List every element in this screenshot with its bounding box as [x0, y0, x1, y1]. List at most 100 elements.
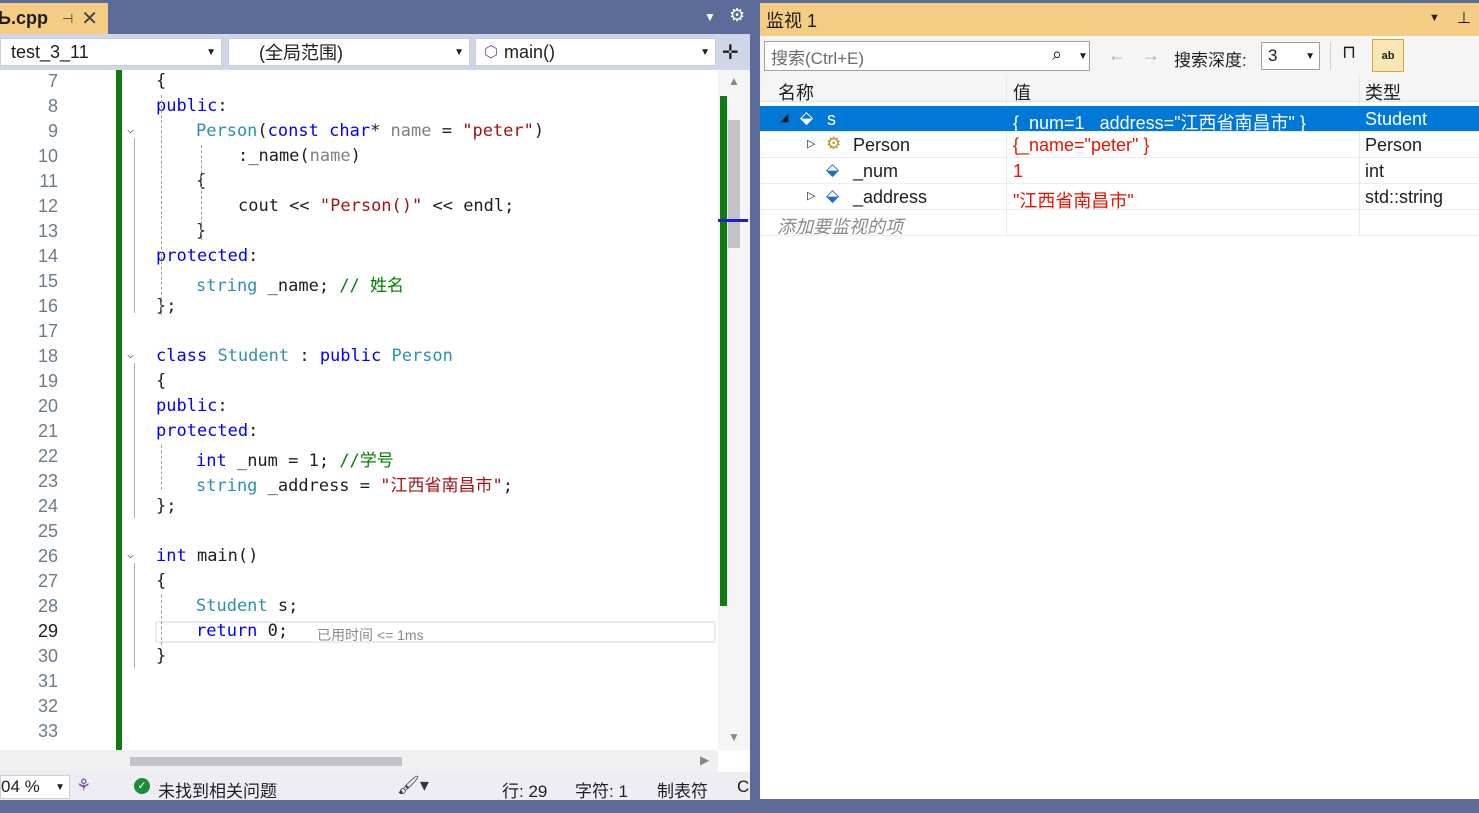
column-header-value[interactable]: 值: [1013, 79, 1031, 105]
ab-label: ab: [1381, 49, 1395, 62]
search-next-icon[interactable]: →: [1142, 45, 1160, 66]
code-text: {: [156, 371, 167, 391]
collapse-icon[interactable]: ◢: [780, 111, 788, 124]
tab-label: Ь.cpp: [0, 8, 48, 28]
fold-region-line: [134, 563, 135, 668]
watch-value[interactable]: 1: [1013, 161, 1023, 182]
window-menu-icon[interactable]: ▼: [1429, 12, 1440, 24]
column-header-type[interactable]: 类型: [1365, 79, 1401, 105]
search-icon[interactable]: ⌕: [1052, 44, 1062, 65]
expand-icon[interactable]: ▷: [807, 137, 815, 150]
scroll-thumb[interactable]: [728, 120, 740, 248]
code-line: 28 Student s;: [0, 595, 718, 620]
watch-search-input[interactable]: 搜索(Ctrl+E) ⌕ ▼: [764, 41, 1090, 71]
code-line: 8 public:: [0, 95, 718, 120]
fold-region-line: [134, 363, 135, 518]
scope-dropdown[interactable]: (全局范围) ▼: [228, 38, 470, 66]
code-line: 33: [0, 720, 718, 745]
watch-row-address[interactable]: ▷ ⬙ _address "江西省南昌市" std::string: [760, 184, 1479, 211]
watch-name: _num: [853, 161, 899, 181]
watch-header: 名称 值 类型: [760, 76, 1479, 105]
code-text: };: [156, 496, 177, 516]
vertical-scrollbar[interactable]: ▲ ▼: [718, 70, 750, 750]
issues-status[interactable]: 未找到相关问题: [158, 777, 277, 802]
tab-list-dropdown-icon[interactable]: ▼: [704, 10, 716, 24]
watch-row-person[interactable]: ▷ ⚙ Person {_name="peter" } Person: [760, 132, 1479, 158]
code-line: 18 ⌵ class Student : public Person: [0, 345, 718, 370]
pin-icon[interactable]: ⊥: [1457, 8, 1471, 28]
line-number: 30: [37, 646, 58, 666]
code-line: 19 {: [0, 370, 718, 395]
member-label: main(): [503, 41, 555, 62]
code-line: 9 ⌵ Person(const char* name = "peter"): [0, 120, 718, 145]
search-depth-label: 搜索深度:: [1174, 51, 1247, 70]
perf-tip[interactable]: 已用时间 <= 1ms: [317, 625, 424, 645]
line-number: 20: [37, 396, 58, 416]
watch-type: Person: [1365, 135, 1423, 155]
line-number: 23: [37, 471, 58, 491]
code-line: 31: [0, 670, 718, 695]
project-dropdown[interactable]: test_3_11 ▼: [0, 38, 222, 66]
code-cleanup-icon[interactable]: 🖌▾: [397, 775, 429, 796]
line-number: 25: [37, 521, 58, 541]
pin-source-icon[interactable]: ⊓: [1342, 42, 1356, 63]
watch-name: Person: [853, 135, 911, 155]
code-area[interactable]: 7 { 8 public: 9 ⌵ Person(const char* nam…: [0, 70, 718, 750]
horizontal-scrollbar[interactable]: ▶: [0, 750, 718, 772]
line-number: 28: [37, 596, 58, 616]
column-header-name[interactable]: 名称: [778, 79, 814, 105]
code-line: 24 };: [0, 495, 718, 520]
pin-icon[interactable]: ⊣: [62, 11, 73, 27]
code-line: 26 ⌵ int main(): [0, 545, 718, 570]
indent-indicator[interactable]: 制表符: [657, 777, 708, 802]
indent-guide: [161, 595, 162, 645]
scroll-thumb[interactable]: [130, 757, 402, 766]
watch-type: Student: [1365, 109, 1428, 129]
watch-value[interactable]: {_name="peter" }: [1013, 135, 1149, 156]
search-depth-dropdown[interactable]: 3 ▼: [1261, 42, 1320, 70]
base-class-icon: ⚙: [826, 134, 842, 153]
scroll-up-icon[interactable]: ▲: [728, 74, 740, 88]
watch-toolbar: 搜索(Ctrl+E) ⌕ ▼ ← → 搜索深度: 3 ▼ ⊓ ab: [760, 36, 1479, 76]
line-number: 33: [37, 721, 58, 741]
code-text: cout << "Person()" << endl;: [238, 196, 515, 216]
line-indicator[interactable]: 行: 29: [502, 777, 547, 802]
collapse-chevron-icon[interactable]: ⌵: [127, 347, 134, 361]
tab-cpp-file[interactable]: Ь.cpp ⊣ ✕: [0, 3, 108, 34]
split-window-icon[interactable]: ✛: [722, 40, 739, 65]
variable-icon: ⬙: [800, 108, 814, 127]
code-line: 15 string _name; // 姓名: [0, 270, 718, 296]
watch-row-s[interactable]: ◢ ⬙ s {_num=1 _address="江西省南昌市" } Studen…: [760, 106, 1479, 133]
code-line: 17: [0, 320, 718, 345]
zoom-dropdown[interactable]: 04 % ▼: [0, 775, 70, 799]
line-number: 10: [37, 146, 58, 166]
scroll-down-icon[interactable]: ▼: [728, 730, 740, 744]
close-icon[interactable]: ✕: [81, 9, 98, 29]
eol-indicator[interactable]: C: [737, 777, 749, 797]
line-number: 17: [37, 321, 58, 341]
search-previous-icon[interactable]: ←: [1108, 45, 1126, 66]
watch-title-bar[interactable]: 监视 1 ▼ ⊥: [760, 3, 1479, 36]
add-watch-row[interactable]: 添加要监视的项: [760, 210, 1479, 239]
indent-guide: [161, 95, 162, 315]
watch-row-num[interactable]: ⬙ _num 1 int: [760, 158, 1479, 184]
scroll-right-icon[interactable]: ▶: [700, 753, 709, 767]
gear-icon[interactable]: ⚙: [729, 5, 745, 26]
line-number: 31: [37, 671, 58, 691]
collapse-chevron-icon[interactable]: ⌵: [127, 547, 134, 561]
line-number: 24: [37, 496, 58, 516]
collapse-chevron-icon[interactable]: ⌵: [127, 122, 134, 136]
code-text: :_name(name): [238, 146, 361, 166]
code-line: 32: [0, 695, 718, 720]
chevron-down-icon[interactable]: ▼: [1078, 51, 1088, 62]
view-as-string-button[interactable]: ab: [1372, 39, 1404, 72]
member-dropdown[interactable]: ⬡ main() ▼: [475, 38, 716, 66]
expand-icon[interactable]: ▷: [807, 189, 815, 202]
column-indicator[interactable]: 字符: 1: [575, 777, 628, 802]
code-text: public:: [156, 96, 228, 116]
add-watch-placeholder[interactable]: 添加要监视的项: [777, 213, 903, 239]
code-line: 30 }: [0, 645, 718, 670]
code-text: int _num = 1; //学号: [196, 451, 394, 471]
intellicode-icon[interactable]: ⚘: [76, 776, 91, 796]
chevron-down-icon: ▼: [454, 47, 464, 58]
